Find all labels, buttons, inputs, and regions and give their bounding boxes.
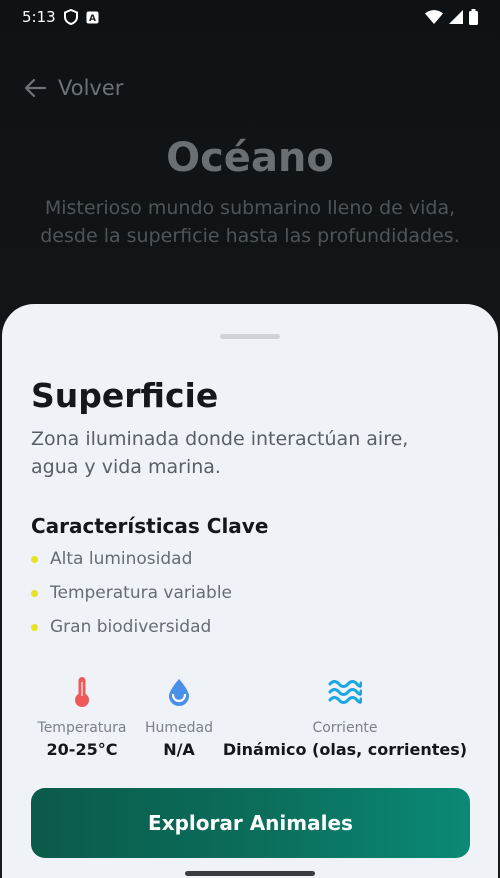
- wifi-icon: [425, 10, 443, 24]
- stat-current: Corriente Dinámico (olas, corrientes): [220, 674, 470, 759]
- stat-temperature: Temperatura 20-25°C: [32, 674, 132, 759]
- sheet-description: Zona iluminada donde interactúan aire, a…: [31, 428, 409, 478]
- shield-icon: [63, 9, 78, 25]
- sheet-drag-handle[interactable]: [220, 334, 280, 339]
- key-features-title: Características Clave: [31, 514, 269, 538]
- features-list: Alta luminosidad Temperatura variable Gr…: [31, 542, 232, 644]
- bullet-dot: [31, 623, 38, 631]
- feature-text: Gran biodiversidad: [50, 617, 212, 637]
- stat-value: Dinámico (olas, corrientes): [222, 740, 468, 759]
- gesture-nav-bar[interactable]: [185, 871, 315, 876]
- stats-row: Temperatura 20-25°C Humedad N/A Corrient…: [32, 674, 468, 764]
- explore-animals-button[interactable]: Explorar Animales: [31, 788, 470, 858]
- back-button[interactable]: Volver: [24, 76, 123, 100]
- status-bar: 5:13 A: [0, 0, 500, 34]
- stat-label: Humedad: [144, 720, 213, 736]
- stat-humidity: Humedad N/A: [140, 674, 218, 759]
- stat-value: 20-25°C: [46, 740, 118, 759]
- page-title: Océano: [166, 135, 334, 181]
- status-time: 5:13: [22, 8, 56, 26]
- feature-text: Temperatura variable: [50, 583, 233, 603]
- signal-icon: [449, 10, 463, 24]
- stat-label: Corriente: [312, 720, 378, 736]
- font-a-icon: A: [86, 11, 99, 24]
- page-subtitle: Misterioso mundo submarino lleno de vida…: [40, 197, 460, 247]
- thermometer-icon: [32, 674, 132, 710]
- arrow-left-icon: [24, 78, 46, 98]
- water-drop-icon: [140, 674, 218, 710]
- battery-icon: [469, 9, 478, 25]
- list-item: Gran biodiversidad: [31, 610, 232, 644]
- stat-label: Temperatura: [37, 720, 127, 736]
- svg-text:A: A: [89, 14, 96, 24]
- stat-value: N/A: [163, 740, 195, 759]
- bullet-dot: [31, 555, 38, 563]
- bullet-dot: [31, 589, 38, 597]
- back-label: Volver: [58, 76, 124, 100]
- list-item: Temperatura variable: [31, 576, 232, 610]
- feature-text: Alta luminosidad: [50, 549, 193, 569]
- list-item: Alta luminosidad: [31, 542, 232, 576]
- waves-icon: [220, 674, 470, 710]
- sheet-title: Superficie: [31, 376, 219, 415]
- bottom-sheet: Superficie Zona iluminada donde interact…: [2, 304, 498, 878]
